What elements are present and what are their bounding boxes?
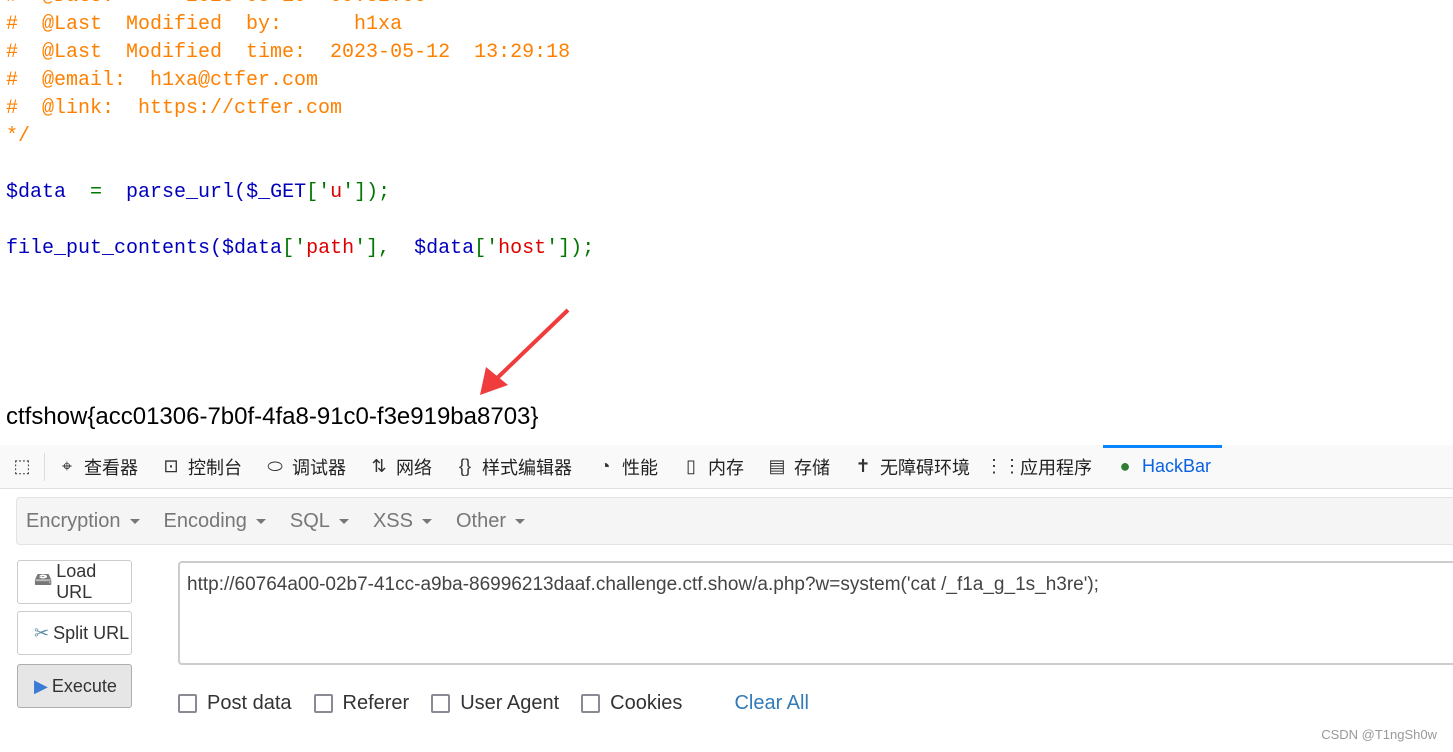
comment-line: # @Date: 2023-05-10 09:32:06 (6, 0, 426, 8)
split-url-button[interactable]: ✂ Split URL (17, 611, 132, 655)
comment-line: # @link: https://ctfer.com (6, 97, 343, 120)
menu-encoding[interactable]: Encoding (164, 510, 290, 533)
debugger-icon: ⬭ (267, 456, 283, 476)
tab-accessibility[interactable]: ✝ 无障碍环境 (841, 445, 981, 489)
option-label: Post data (207, 692, 292, 714)
option-cookies[interactable]: Cookies (581, 692, 682, 715)
tab-label: 调试器 (292, 457, 346, 478)
tab-memory[interactable]: ▯ 内存 (669, 445, 755, 489)
menu-label: Encryption (26, 509, 121, 532)
caret-down-icon (515, 518, 525, 524)
tab-network[interactable]: ⇅ 网络 (357, 445, 443, 489)
caret-down-icon (338, 518, 349, 524)
option-label: Cookies (610, 692, 683, 714)
tab-label: 内存 (708, 457, 744, 478)
checkbox[interactable] (431, 694, 451, 713)
checkbox[interactable] (178, 694, 197, 713)
element-picker-button[interactable]: ⬚ (0, 445, 44, 489)
play-icon: ▶ (34, 675, 48, 696)
comment-line: # @Last Modified time: 2023-05-12 13:29:… (6, 41, 571, 64)
menu-label: XSS (372, 509, 413, 532)
tab-performance[interactable]: ◔ 性能 (583, 445, 669, 489)
hackbar-icon: ● (1119, 456, 1131, 476)
tab-debugger[interactable]: ⬭ 调试器 (253, 445, 357, 489)
php-source: # @Date: 2023-05-10 09:32:06 # @Last Mod… (6, 0, 594, 263)
comment-line: */ (6, 125, 31, 148)
option-user-agent[interactable]: User Agent (431, 692, 559, 715)
menu-other[interactable]: Other (456, 510, 549, 533)
tab-label: HackBar (1142, 456, 1212, 476)
style-editor-icon: {} (458, 456, 472, 476)
tab-label: 性能 (622, 457, 658, 478)
caret-down-icon (255, 518, 266, 524)
annotation-arrow (480, 308, 570, 395)
tab-label: 查看器 (84, 457, 138, 478)
caret-down-icon (129, 518, 140, 524)
option-label: User Agent (460, 692, 560, 714)
code-line-parse-url: $data = parse_url($_GET['u']); (6, 181, 391, 204)
execute-button[interactable]: ▶ Execute (17, 664, 132, 708)
menu-encryption[interactable]: Encryption (26, 510, 164, 533)
tab-label: 无障碍环境 (880, 457, 970, 478)
storage-icon: ▤ (768, 456, 786, 476)
tab-console[interactable]: ⊡ 控制台 (149, 445, 253, 489)
option-referer[interactable]: Referer (313, 692, 410, 715)
tab-hackbar[interactable]: ● HackBar (1103, 444, 1223, 489)
tab-style-editor[interactable]: {} 样式编辑器 (443, 445, 583, 489)
checkbox[interactable] (313, 694, 333, 713)
hackbar-menu: Encryption Encoding SQL XSS Other (16, 497, 1453, 545)
scissors-icon: ✂ (34, 622, 50, 643)
code-line-file-put-contents: file_put_contents($data['path'], $data['… (6, 237, 595, 260)
application-icon: ⋮⋮ (985, 456, 1021, 476)
watermark: CSDN @T1ngSh0w (1321, 727, 1437, 742)
tab-inspector[interactable]: ⌖ 查看器 (45, 445, 149, 489)
option-post-data[interactable]: Post data (178, 692, 292, 715)
options-row: Post data Referer User Agent Cookies Clear A… (178, 692, 809, 715)
tab-label: 应用程序 (1020, 457, 1092, 478)
menu-xss[interactable]: XSS (373, 510, 456, 533)
performance-icon: ◔ (599, 456, 611, 476)
option-label: Referer (342, 692, 410, 714)
console-icon: ⊡ (163, 456, 179, 476)
network-icon: ⇅ (371, 456, 387, 476)
menu-label: Encoding (163, 509, 247, 532)
tab-label: 样式编辑器 (482, 457, 572, 478)
load-url-button[interactable]: 🖴 Load URL (17, 560, 132, 604)
load-url-icon: 🖴 (34, 569, 53, 589)
caret-down-icon (421, 518, 432, 524)
menu-label: Other (455, 509, 506, 532)
tab-application[interactable]: ⋮⋮ 应用程序 (981, 445, 1103, 489)
element-picker-icon: ⬚ (13, 456, 31, 476)
clear-all-link[interactable]: Clear All (734, 692, 808, 715)
tab-storage[interactable]: ▤ 存储 (755, 445, 841, 489)
accessibility-icon: ✝ (855, 456, 871, 476)
comment-line: # @Last Modified by: h1xa (6, 13, 403, 36)
checkbox[interactable] (581, 694, 601, 713)
devtools-toolbar: ⬚ ⌖ 查看器 ⊡ 控制台 ⬭ 调试器 ⇅ 网络 {} 样式编辑器 ◔ 性能 ▯ 内存 ▤ 存储 ✝ 无障碍环境 ⋮… (0, 444, 1453, 489)
tab-label: 控制台 (188, 457, 242, 478)
comment-line: # @email: h1xa@ctfer.com (6, 69, 319, 92)
menu-sql[interactable]: SQL (290, 510, 373, 533)
inspector-icon: ⌖ (61, 456, 73, 476)
flag-output: ctfshow{acc01306-7b0f-4fa8-91c0-f3e919ba… (6, 403, 539, 430)
menu-label: SQL (289, 509, 330, 532)
url-textarea[interactable]: http://60764a00-02b7-41cc-a9ba-86996213d… (178, 561, 1453, 665)
memory-icon: ▯ (686, 456, 696, 476)
tab-label: 网络 (396, 457, 432, 478)
tab-label: 存储 (794, 457, 830, 478)
